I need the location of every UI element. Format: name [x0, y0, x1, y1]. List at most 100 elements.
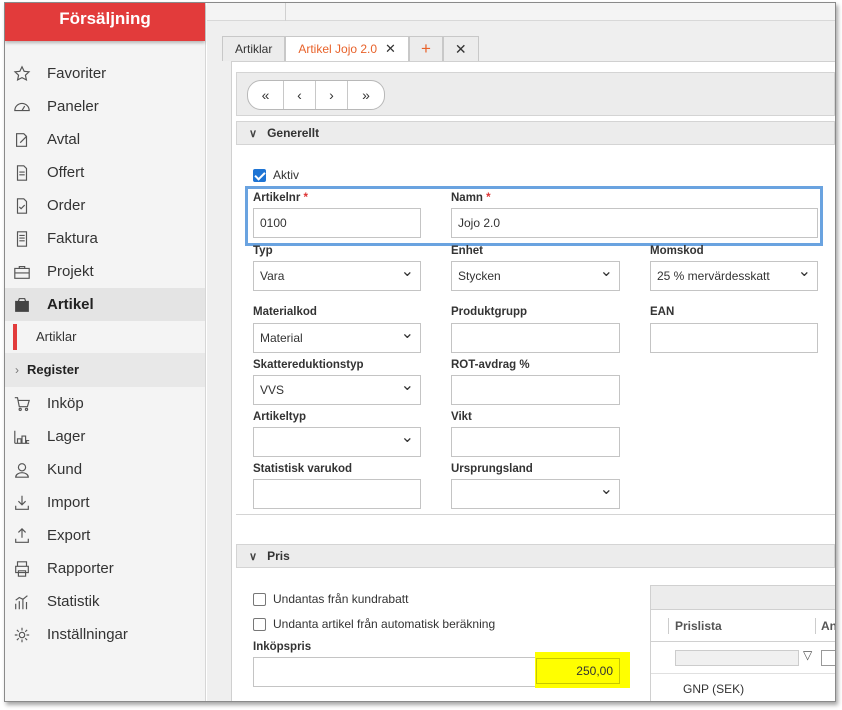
sidebar-item-label: Inköp — [47, 395, 84, 412]
sidebar-item-label: Import — [47, 494, 90, 511]
record-pager: « ‹ › » — [236, 72, 835, 116]
section-generellt-header[interactable]: ∨ Generellt — [236, 121, 835, 145]
briefcase-icon — [12, 262, 32, 282]
antal-filter-input[interactable] — [821, 650, 835, 666]
sidebar-item-label: Kund — [47, 461, 83, 478]
sidebar-item-lager[interactable]: Lager — [5, 420, 205, 453]
sidebar-subitem-label: Artiklar — [36, 329, 77, 344]
ean-input[interactable] — [650, 323, 818, 353]
typ-select[interactable]: Vara — [253, 258, 421, 291]
skattereduktionstyp-label: Skattereduktionstyp — [253, 359, 364, 371]
section-pris-header[interactable]: ∨ Pris — [236, 544, 835, 568]
grid-header-row: Prislista Anta — [651, 610, 835, 642]
sidebar-item-label: Favoriter — [47, 65, 107, 82]
box-icon — [12, 295, 32, 315]
tab-label: Artikel Jojo 2.0 — [298, 42, 378, 56]
sidebar-item-statistik[interactable]: Statistik — [5, 585, 205, 618]
sidebar-item-paneler[interactable]: Paneler — [5, 90, 205, 123]
sidebar-item-faktura[interactable]: Faktura — [5, 222, 205, 255]
ursprungsland-label: Ursprungsland — [451, 463, 533, 475]
undanta-automatisk-checkbox[interactable] — [253, 618, 266, 631]
section-title: Pris — [267, 549, 290, 563]
sidebar-item-offert[interactable]: Offert — [5, 156, 205, 189]
chevron-down-icon: ∨ — [249, 127, 258, 140]
prislista-filter-input[interactable] — [675, 650, 799, 666]
ean-label: EAN — [650, 306, 675, 318]
sidebar-subitem-artiklar[interactable]: Artiklar — [5, 321, 205, 353]
order-icon — [12, 196, 32, 216]
grid-toolbar — [651, 586, 835, 610]
ursprungsland-select[interactable] — [451, 476, 620, 509]
section-title: Generellt — [267, 126, 320, 140]
aktiv-label: Aktiv — [273, 168, 300, 182]
add-tab-button[interactable]: + — [408, 36, 443, 61]
sidebar-item-installningar[interactable]: Inställningar — [5, 618, 205, 651]
inkopspris-value[interactable]: 250,00 — [536, 658, 620, 684]
materialkod-label: Materialkod — [253, 306, 317, 318]
sidebar-item-avtal[interactable]: Avtal — [5, 123, 205, 156]
document-icon — [12, 163, 32, 183]
vikt-input[interactable] — [451, 427, 620, 457]
column-header-antal[interactable]: Anta — [821, 619, 835, 633]
grid-filter-row: ▽ — [651, 642, 835, 674]
select-value: 25 % mervärdesskatt — [657, 269, 770, 283]
vikt-label: Vikt — [451, 411, 472, 423]
artikeltyp-select[interactable] — [253, 424, 421, 457]
sidebar-item-kund[interactable]: Kund — [5, 453, 205, 486]
tab-artiklar[interactable]: Artiklar — [222, 36, 286, 61]
rot-avdrag-input[interactable] — [451, 375, 620, 405]
cart-icon — [12, 394, 32, 414]
momskod-select[interactable]: 25 % mervärdesskatt — [650, 258, 818, 291]
produktgrupp-label: Produktgrupp — [451, 306, 528, 318]
sidebar-item-artikel[interactable]: Artikel — [5, 288, 205, 321]
table-row[interactable]: GNP (SEK) — [651, 674, 835, 701]
sidebar-item-label: Artikel — [47, 296, 94, 313]
enhet-label: Enhet — [451, 245, 483, 257]
skattereduktionstyp-select[interactable]: VVS — [253, 372, 421, 405]
column-divider — [815, 618, 816, 634]
sidebar-item-label: Offert — [47, 164, 85, 181]
sidebar-item-label: Paneler — [47, 98, 99, 115]
sidebar-item-import[interactable]: Import — [5, 486, 205, 519]
last-record-button[interactable]: » — [348, 81, 384, 109]
statistisk-varukod-input[interactable] — [253, 479, 421, 509]
printer-icon — [12, 559, 32, 579]
sidebar-item-rapporter[interactable]: Rapporter — [5, 552, 205, 585]
sidebar-item-favoriter[interactable]: Favoriter — [5, 57, 205, 90]
main-area: Artiklar Artikel Jojo 2.0 ✕ + ✕ « ‹ › » … — [207, 3, 835, 701]
undantas-kundrabatt-checkbox[interactable] — [253, 593, 266, 606]
module-title[interactable]: Försäljning — [5, 3, 205, 41]
previous-record-button[interactable]: ‹ — [284, 81, 316, 109]
artikelnr-label: Artikelnr * — [253, 192, 308, 204]
sidebar-item-order[interactable]: Order — [5, 189, 205, 222]
active-indicator — [13, 324, 17, 350]
enhet-select[interactable]: Stycken — [451, 258, 620, 291]
column-header-prislista[interactable]: Prislista — [675, 619, 722, 633]
close-tab-icon[interactable]: ✕ — [385, 37, 396, 61]
statistisk-varukod-label: Statistisk varukod — [253, 463, 353, 475]
undantas-kundrabatt-label: Undantas från kundrabatt — [273, 592, 409, 606]
sidebar-item-projekt[interactable]: Projekt — [5, 255, 205, 288]
momskod-label: Momskod — [650, 245, 704, 257]
close-all-tabs-button[interactable]: ✕ — [442, 36, 479, 61]
pager-button-group: « ‹ › » — [247, 80, 385, 110]
tab-artikel-jojo[interactable]: Artikel Jojo 2.0 ✕ — [285, 36, 409, 61]
typ-label: Typ — [253, 245, 273, 257]
first-record-button[interactable]: « — [248, 81, 284, 109]
materialkod-select[interactable]: Material — [253, 320, 421, 353]
namn-input[interactable]: Jojo 2.0 — [451, 208, 818, 238]
sidebar-item-label: Projekt — [47, 263, 94, 280]
artikelnr-input[interactable]: 0100 — [253, 208, 421, 238]
user-icon — [12, 460, 32, 480]
gear-icon — [12, 625, 32, 645]
sidebar-item-export[interactable]: Export — [5, 519, 205, 552]
produktgrupp-input[interactable] — [451, 323, 620, 353]
next-record-button[interactable]: › — [316, 81, 348, 109]
tab-label: Artiklar — [235, 42, 273, 56]
sidebar-subitem-register[interactable]: › Register — [5, 353, 205, 387]
inkopspris-label: Inköpspris — [253, 641, 312, 653]
filter-icon[interactable]: ▽ — [803, 648, 812, 662]
aktiv-checkbox[interactable] — [253, 169, 266, 182]
sidebar-item-label: Faktura — [47, 230, 98, 247]
sidebar-item-inkop[interactable]: Inköp — [5, 387, 205, 420]
